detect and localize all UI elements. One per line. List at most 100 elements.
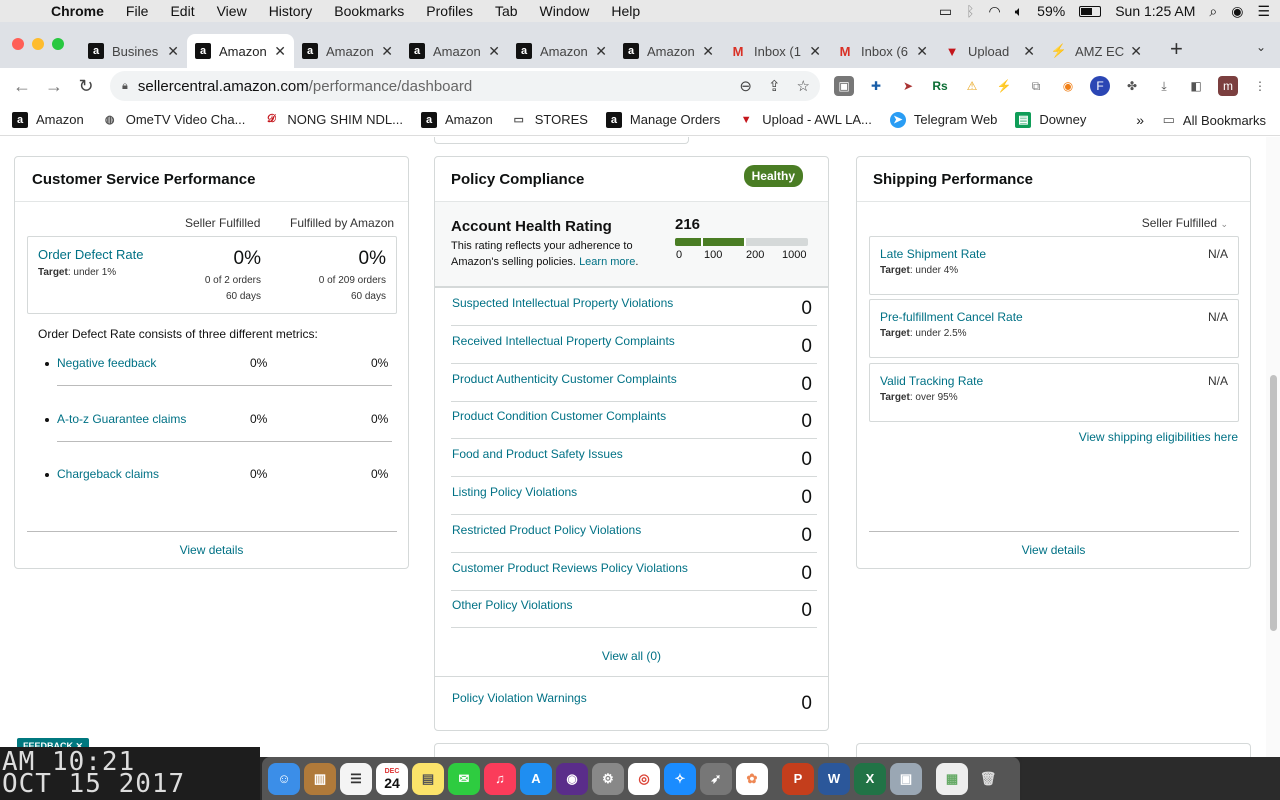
forward-arrow-icon[interactable]: → (38, 76, 70, 97)
extension-tab-icon[interactable]: ➤ (898, 76, 918, 96)
bookmark-stores[interactable]: ▭ STORES (511, 112, 588, 128)
menu-history[interactable]: History (258, 3, 324, 19)
minimize-window-button[interactable] (32, 38, 44, 50)
calendar-icon[interactable]: DEC 24 (376, 762, 408, 795)
zoom-icon[interactable]: ⊖ (739, 77, 752, 95)
profile-avatar[interactable]: m (1218, 76, 1238, 96)
photos-icon[interactable]: ✿ (736, 762, 768, 795)
extension-puzzle-gray-icon[interactable]: ⧉ (1026, 76, 1046, 96)
extension-f-icon[interactable]: F (1090, 76, 1110, 96)
menu-edit[interactable]: Edit (159, 3, 205, 19)
side-panel-icon[interactable]: ◧ (1186, 76, 1206, 96)
spotlight-search-icon[interactable]: ⌕ (1209, 3, 1217, 20)
negative-feedback-link[interactable]: Negative feedback (57, 356, 156, 370)
bookmark-nongshim[interactable]: 𝒟 NONG SHIM NDL... (263, 112, 403, 128)
tab-search-chevron-icon[interactable]: ⌄ (1256, 40, 1266, 54)
all-bookmarks-button[interactable]: ▭ All Bookmarks (1163, 112, 1266, 128)
extension-blue-icon[interactable]: ✚ (866, 76, 886, 96)
policy-violation-link[interactable]: Suspected Intellectual Property Violatio… (452, 296, 673, 310)
powerpoint-icon[interactable]: P (782, 762, 814, 795)
shipping-eligibilities-link[interactable]: View shipping eligibilities here (1079, 430, 1238, 444)
address-bar[interactable]: 🔒︎ sellercentral.amazon.com/performance/… (110, 71, 820, 101)
csp-view-details-link[interactable]: View details (15, 543, 408, 557)
extension-off-icon[interactable]: ▣ (834, 76, 854, 96)
safari-icon[interactable]: ✧ (664, 762, 696, 795)
battery-icon[interactable] (1079, 5, 1102, 17)
late-shipment-rate-link[interactable]: Late Shipment Rate (880, 247, 986, 261)
extension-aliexpress-icon[interactable]: ⚠ (962, 76, 982, 96)
system-preferences-icon[interactable]: ⚙ (592, 762, 624, 795)
page-scrollbar[interactable] (1266, 137, 1280, 757)
bookmark-amazon-2[interactable]: a Amazon (421, 111, 493, 128)
close-window-button[interactable] (12, 38, 24, 50)
close-tab-icon[interactable]: ✕ (916, 43, 928, 60)
browser-tab[interactable]: ▼ Upload ✕ (936, 34, 1043, 68)
bookmark-upload-awl[interactable]: ▼ Upload - AWL LA... (738, 112, 872, 128)
app-store-icon[interactable]: A (520, 762, 552, 795)
extension-rs-icon[interactable]: Rs (930, 76, 950, 96)
policy-violation-link[interactable]: Restricted Product Policy Violations (452, 523, 641, 537)
close-tab-icon[interactable]: ✕ (595, 43, 607, 60)
view-all-link[interactable]: View all (0) (435, 649, 828, 663)
close-tab-icon[interactable]: ✕ (381, 43, 393, 60)
more-menu-icon[interactable]: ⋮ (1250, 76, 1270, 96)
policy-violation-link[interactable]: Received Intellectual Property Complaint… (452, 334, 675, 348)
close-tab-icon[interactable]: ✕ (488, 43, 500, 60)
close-tab-icon[interactable]: ✕ (702, 43, 714, 60)
bookmark-manage-orders[interactable]: a Manage Orders (605, 111, 720, 128)
close-tab-icon[interactable]: ✕ (1023, 43, 1035, 60)
finder-icon[interactable]: ☺ (268, 762, 300, 795)
browser-tab[interactable]: a Busines ✕ (80, 34, 187, 68)
policy-violation-link[interactable]: Food and Product Safety Issues (452, 447, 623, 461)
back-arrow-icon[interactable]: ← (6, 76, 38, 97)
bookmark-star-icon[interactable]: ☆ (797, 77, 810, 95)
preview-icon[interactable]: ▣ (890, 762, 922, 795)
menu-bookmarks[interactable]: Bookmarks (323, 3, 415, 19)
browser-tab[interactable]: a Amazon ✕ (615, 34, 722, 68)
browser-tab[interactable]: a Amazon ✕ (294, 34, 401, 68)
policy-violation-link[interactable]: Other Policy Violations (452, 598, 573, 612)
close-tab-icon[interactable]: ✕ (809, 43, 821, 60)
chargeback-claims-link[interactable]: Chargeback claims (57, 467, 159, 481)
policy-violation-link[interactable]: Product Authenticity Customer Complaints (452, 372, 677, 386)
pre-fulfillment-cancel-rate-link[interactable]: Pre-fulfillment Cancel Rate (880, 310, 1023, 324)
menu-window[interactable]: Window (529, 3, 601, 19)
browser-tab[interactable]: M Inbox (6 ✕ (829, 34, 936, 68)
close-tab-icon[interactable]: ✕ (167, 43, 179, 60)
share-icon[interactable]: ⇪ (768, 77, 781, 95)
extension-off-orange-icon[interactable]: ⚡ (994, 76, 1014, 96)
menu-app-name[interactable]: Chrome (40, 3, 115, 19)
policy-violation-link[interactable]: Listing Policy Violations (452, 485, 577, 499)
lock-icon[interactable]: 🔒︎ (122, 80, 128, 93)
reminders-icon[interactable]: ☰ (340, 762, 372, 795)
browser-tab[interactable]: M Inbox (1 ✕ (722, 34, 829, 68)
battery-percent[interactable]: 59% (1037, 3, 1065, 19)
close-tab-icon[interactable]: ✕ (274, 43, 286, 60)
policy-violation-link[interactable]: Customer Product Reviews Policy Violatio… (452, 561, 688, 575)
bookmark-ometv[interactable]: ◍ OmeTV Video Cha... (102, 112, 246, 128)
browser-tab[interactable]: a Amazon ✕ (508, 34, 615, 68)
menu-file[interactable]: File (115, 3, 160, 19)
wifi-icon[interactable]: ◠ (989, 3, 1001, 20)
scrollbar-thumb[interactable] (1270, 375, 1277, 631)
order-defect-rate-link[interactable]: Order Defect Rate (38, 247, 144, 262)
music-icon[interactable]: ♫ (484, 762, 516, 795)
menubar-clock[interactable]: Sun 1:25 AM (1115, 3, 1195, 19)
atoz-claims-link[interactable]: A-to-z Guarantee claims (57, 412, 186, 426)
valid-tracking-rate-link[interactable]: Valid Tracking Rate (880, 374, 983, 388)
policy-violation-warnings-link[interactable]: Policy Violation Warnings (452, 691, 587, 705)
policy-violation-link[interactable]: Product Condition Customer Complaints (452, 409, 666, 423)
chrome-icon[interactable]: ◎ (628, 762, 660, 795)
close-tab-icon[interactable]: ✕ (1130, 43, 1142, 60)
extension-circle-icon[interactable]: ◉ (1058, 76, 1078, 96)
airplay-icon[interactable]: ▭ (939, 3, 952, 20)
contacts-icon[interactable]: ▥ (304, 762, 336, 795)
menu-help[interactable]: Help (600, 3, 651, 19)
launchpad-icon[interactable]: ➶ (700, 762, 732, 795)
download-icon[interactable]: ⤓ (1154, 76, 1174, 96)
learn-more-link[interactable]: Learn more (579, 256, 635, 268)
siri-dock-icon[interactable]: ◉ (556, 762, 588, 795)
extensions-puzzle-icon[interactable]: ✤ (1122, 76, 1142, 96)
menu-view[interactable]: View (206, 3, 258, 19)
control-center-icon[interactable]: ☰ (1257, 3, 1270, 20)
